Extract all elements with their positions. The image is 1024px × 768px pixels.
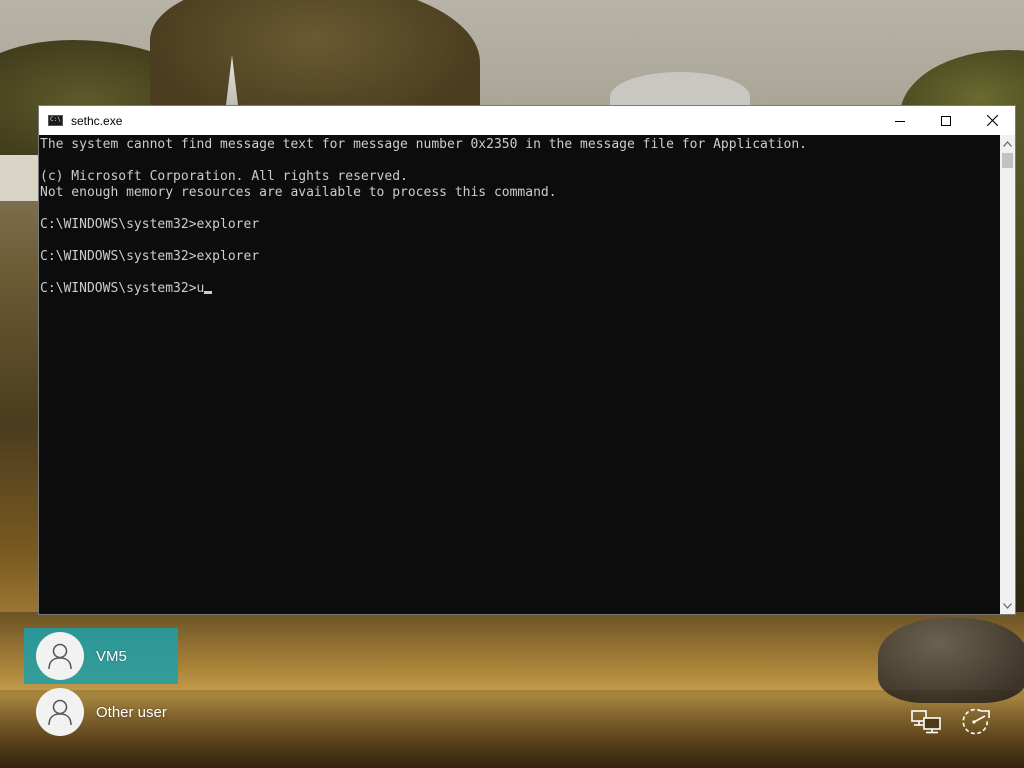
user-tile-other-user[interactable]: Other user [24,684,178,740]
console-icon: C:\ [48,115,63,126]
console-window[interactable]: C:\ sethc.exe The system cannot find mes… [38,105,1016,615]
ease-of-access-button[interactable] [958,704,994,740]
user-avatar [36,688,84,736]
window-title: sethc.exe [71,113,123,128]
console-prompt-line[interactable]: C:\WINDOWS\system32>u [40,281,1000,297]
close-button[interactable] [969,106,1015,135]
chevron-up-icon [1003,140,1012,147]
console-output[interactable]: The system cannot find message text for … [39,135,1000,614]
chevron-down-icon [1003,602,1012,609]
background-foliage [1015,110,1024,630]
user-icon [48,699,72,726]
network-button[interactable] [909,704,945,740]
console-line: (c) Microsoft Corporation. All rights re… [40,169,408,184]
user-name: Other user [96,703,167,721]
console-prompt: C:\WINDOWS\system32> [40,281,197,296]
minimize-button[interactable] [877,106,923,135]
user-tile-vm5[interactable]: VM5 [24,628,178,684]
maximize-icon [941,115,951,126]
console-icon-text: C:\ [50,116,61,123]
maximize-button[interactable] [923,106,969,135]
close-icon [986,115,998,126]
ease-of-access-icon [962,708,990,735]
text-cursor [204,291,213,294]
user-name: VM5 [96,647,127,665]
vertical-scrollbar[interactable] [1000,135,1015,614]
console-input[interactable]: u [197,281,205,296]
scroll-thumb[interactable] [1002,153,1013,168]
user-avatar [36,632,84,680]
network-icon [911,710,941,734]
console-line: C:\WINDOWS\system32>explorer [40,249,260,264]
title-bar[interactable]: C:\ sethc.exe [39,106,1015,135]
console-line: C:\WINDOWS\system32>explorer [40,217,260,232]
console-line: The system cannot find message text for … [40,137,808,152]
user-icon [48,643,72,670]
console-line: Not enough memory resources are availabl… [40,185,557,200]
scroll-up-button[interactable] [1000,135,1015,152]
background-house [0,155,40,201]
minimize-icon [895,120,905,122]
scroll-down-button[interactable] [1000,597,1015,614]
